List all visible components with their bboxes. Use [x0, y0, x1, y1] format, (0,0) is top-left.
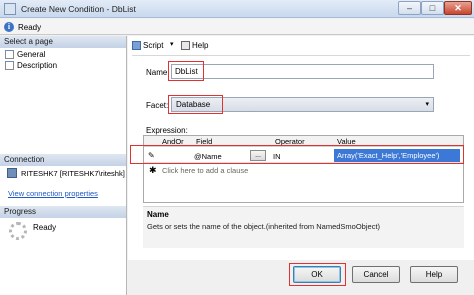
- dropdown-arrow-icon: ▾: [425, 101, 429, 108]
- name-input[interactable]: DbList: [171, 64, 434, 79]
- script-icon: [132, 41, 141, 50]
- script-button[interactable]: Script: [132, 40, 163, 52]
- info-icon: i: [4, 22, 14, 32]
- help-toolbar-label: Help: [192, 41, 209, 50]
- script-dropdown-caret-icon[interactable]: ▾: [170, 40, 174, 48]
- window-title: Create New Condition - DbList: [21, 4, 136, 14]
- server-icon: [7, 168, 17, 178]
- help-button[interactable]: Help: [410, 266, 458, 283]
- minimize-button[interactable]: –: [398, 1, 421, 15]
- left-panel: Select a page General Description Connec…: [0, 36, 127, 295]
- progress-spinner-icon: [9, 222, 27, 240]
- select-page-header: Select a page: [0, 36, 126, 48]
- progress-header: Progress: [0, 206, 126, 218]
- progress-status: Ready: [33, 223, 57, 232]
- view-connection-properties-link[interactable]: View connection properties: [8, 189, 98, 198]
- dialog-icon: [4, 3, 16, 15]
- name-highlight-box: [168, 61, 204, 81]
- connection-text: RITESHK7 [RITESHK7\riteshk]: [21, 169, 125, 178]
- maximize-button[interactable]: □: [421, 1, 444, 15]
- title-bar: Create New Condition - DbList – □ ✕: [0, 0, 474, 18]
- ok-highlight-box: [289, 263, 346, 286]
- page-item-general[interactable]: General: [5, 49, 45, 60]
- description-title: Name: [147, 210, 169, 219]
- status-text: Ready: [18, 23, 42, 32]
- page-item-label: General: [17, 50, 46, 59]
- toolbar-divider: [132, 55, 470, 56]
- expression-row-highlight-box: [130, 145, 464, 164]
- script-label: Script: [143, 41, 164, 50]
- description-panel: Name Gets or sets the name of the object…: [143, 206, 464, 248]
- add-clause-row[interactable]: ✱ Click here to add a clause: [144, 164, 463, 176]
- connection-header: Connection: [0, 154, 126, 166]
- new-row-icon: ✱: [149, 165, 157, 175]
- add-clause-prompt[interactable]: Click here to add a clause: [162, 166, 248, 175]
- help-icon: [181, 41, 190, 50]
- cancel-button[interactable]: Cancel: [352, 266, 400, 283]
- page-icon: [5, 50, 14, 59]
- facet-label: Facet:: [146, 101, 169, 110]
- page-icon: [5, 61, 14, 70]
- name-label: Name:: [146, 68, 170, 77]
- expression-label: Expression:: [146, 126, 188, 135]
- help-toolbar-button[interactable]: Help: [181, 40, 208, 52]
- dialog-window: Create New Condition - DbList – □ ✕ i Re…: [0, 0, 474, 295]
- page-item-description[interactable]: Description: [5, 60, 57, 71]
- page-item-label: Description: [17, 61, 58, 70]
- close-button[interactable]: ✕: [444, 1, 472, 15]
- status-bar: i Ready: [0, 19, 474, 35]
- description-text: Gets or sets the name of the object.(inh…: [147, 222, 381, 231]
- facet-highlight-box: [168, 95, 223, 114]
